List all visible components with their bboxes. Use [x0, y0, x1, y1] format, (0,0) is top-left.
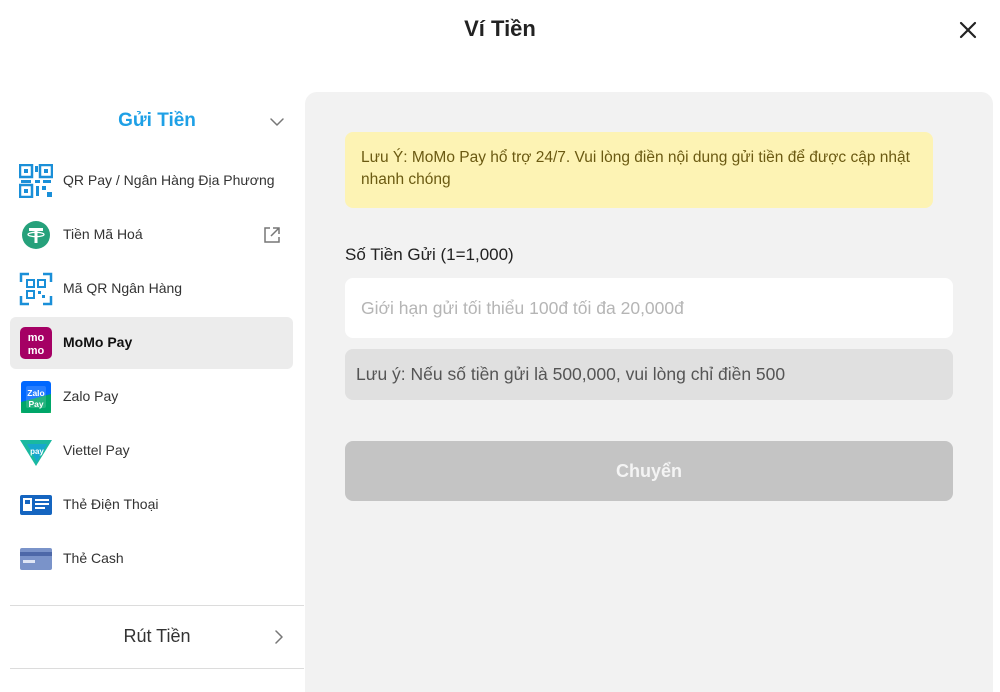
deposit-panel: Lưu Ý: MoMo Pay hổ trợ 24/7. Vui lòng đi…: [305, 92, 993, 692]
sidebar-item-label: Thẻ Điện Thoại: [63, 496, 159, 512]
sidebar-item-label: Thẻ Cash: [63, 550, 124, 566]
sidebar-item-qr-bank[interactable]: Mã QR Ngân Hàng: [10, 263, 293, 315]
phone-card-icon: [20, 495, 52, 515]
chevron-down-icon: [270, 118, 284, 126]
qr-pay-icon: [19, 164, 53, 198]
sidebar-item-qr-pay[interactable]: QR Pay / Ngân Hàng Địa Phương: [10, 155, 293, 207]
chevron-right-icon: [275, 630, 283, 644]
sidebar-item-zalopay[interactable]: Zalo Pay Zalo Pay: [10, 371, 293, 423]
sidebar-item-cash-card[interactable]: Thẻ Cash: [10, 533, 293, 585]
sidebar-item-label: Viettel Pay: [63, 442, 130, 458]
close-button[interactable]: [954, 16, 982, 44]
momo-icon: mo mo: [20, 327, 52, 359]
amount-input[interactable]: [345, 278, 953, 338]
zalopay-icon: Zalo Pay: [21, 381, 51, 413]
svg-text:mo: mo: [28, 345, 45, 357]
svg-text:Zalo: Zalo: [27, 388, 44, 398]
page-title: Ví Tiền: [464, 16, 536, 41]
viettelpay-icon: pay: [20, 440, 52, 466]
svg-text:Pay: Pay: [28, 399, 43, 409]
close-icon: [959, 21, 977, 39]
sidebar-item-crypto[interactable]: Tiền Mã Hoá: [10, 209, 293, 261]
external-link-icon[interactable]: [262, 225, 282, 245]
sidebar-item-momo[interactable]: mo mo MoMo Pay: [10, 317, 293, 369]
sidebar-item-label: QR Pay / Ngân Hàng Địa Phương: [63, 172, 275, 188]
withdraw-section-label: Rút Tiền: [123, 626, 191, 646]
tether-icon: [22, 221, 50, 249]
wallet-sidebar: Gửi Tiền QR Pay / Ngân Hàng Địa Phương T…: [0, 92, 305, 679]
notice-banner: Lưu Ý: MoMo Pay hổ trợ 24/7. Vui lòng đi…: [345, 132, 933, 208]
svg-text:pay: pay: [30, 447, 44, 456]
sidebar-item-label: MoMo Pay: [63, 334, 133, 350]
sidebar-item-label: Tiền Mã Hoá: [63, 226, 143, 242]
withdraw-section-toggle[interactable]: Rút Tiền: [10, 606, 304, 668]
qr-scan-icon: [19, 272, 53, 306]
deposit-section-toggle[interactable]: Gửi Tiền: [10, 92, 304, 154]
cash-card-icon: [20, 548, 52, 570]
sidebar-item-label: Zalo Pay: [63, 388, 119, 404]
deposit-section-label: Gửi Tiền: [118, 110, 196, 131]
amount-hint: Lưu ý: Nếu số tiền gửi là 500,000, vui l…: [345, 349, 953, 400]
sidebar-item-viettelpay[interactable]: pay Viettel Pay: [10, 425, 293, 477]
transfer-button[interactable]: Chuyển: [345, 441, 953, 501]
amount-label: Số Tiền Gửi (1=1,000): [345, 245, 514, 264]
sidebar-divider: [10, 668, 304, 669]
sidebar-item-phone-card[interactable]: Thẻ Điện Thoại: [10, 479, 293, 531]
svg-text:mo: mo: [28, 332, 45, 344]
sidebar-item-label: Mã QR Ngân Hàng: [63, 280, 183, 296]
